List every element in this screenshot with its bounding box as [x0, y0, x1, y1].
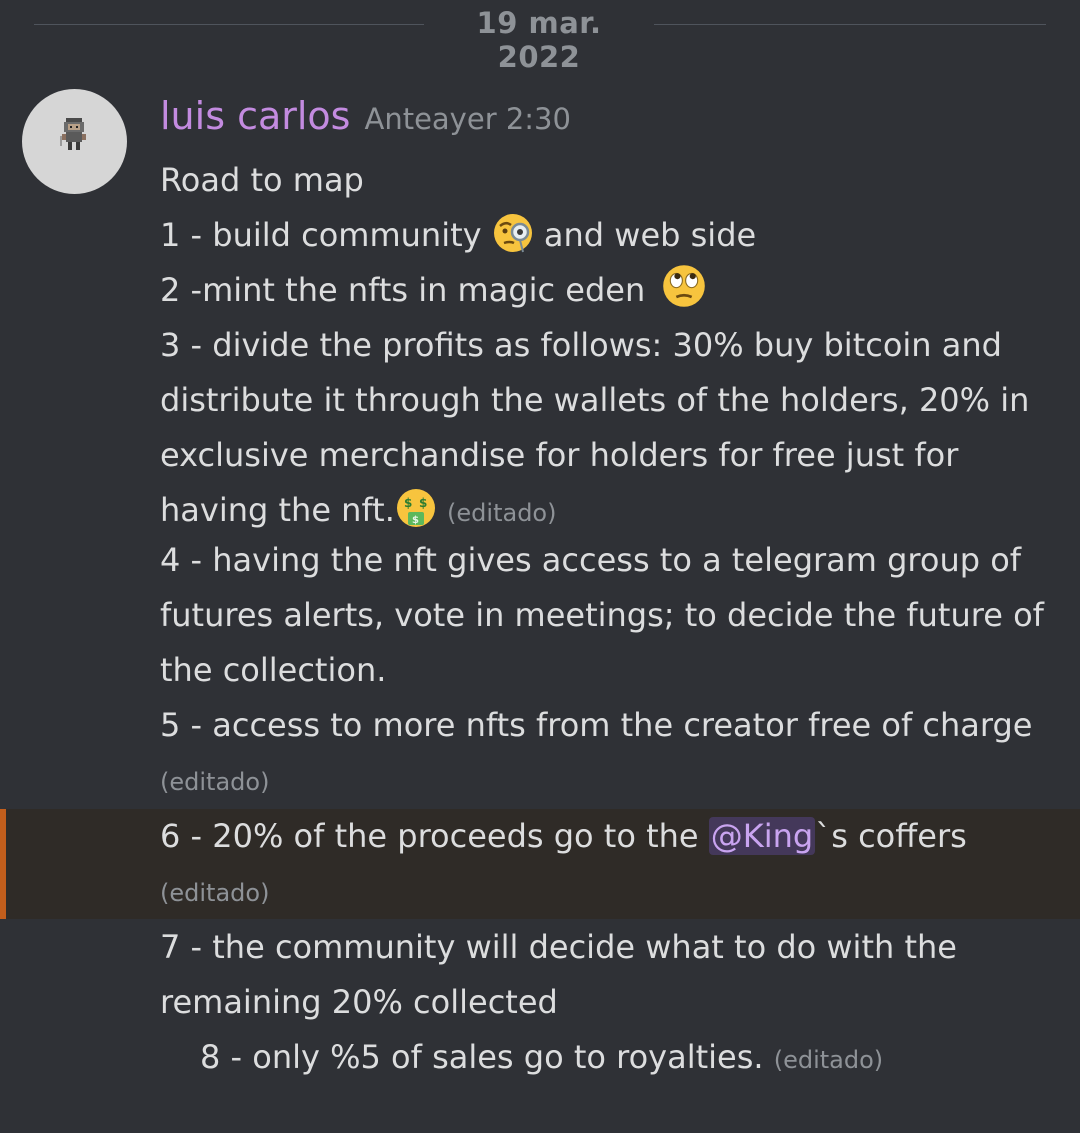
message-line: Road to map — [160, 161, 364, 199]
message-line: 6 - 20% of the proceeds go to the @King`… — [160, 809, 967, 864]
pixel-character-icon — [60, 118, 86, 150]
message-line: 8 - only %5 of sales go to royalties. (e… — [200, 1030, 883, 1088]
divider-line-right — [654, 24, 1046, 25]
message-text: and web side — [543, 216, 757, 254]
message-line: 3 - divide the profits as follows: 30% b… — [160, 326, 1002, 364]
message-line: exclusive merchandise for holders for fr… — [160, 436, 959, 474]
face-with-monocle-icon — [492, 212, 534, 254]
svg-text:$: $ — [404, 496, 412, 510]
svg-text:$: $ — [419, 496, 427, 510]
svg-text:$: $ — [412, 515, 419, 526]
message-text: 1 - build community — [160, 216, 482, 254]
message-text: having the nft. — [160, 491, 395, 529]
edited-label: (editado) — [160, 768, 270, 796]
message-line: 4 - having the nft gives access to a tel… — [160, 541, 1022, 579]
edited-label: (editado) — [773, 1046, 884, 1074]
username[interactable]: luis carlos — [160, 94, 350, 138]
message-text: 6 - 20% of the proceeds go to the — [160, 817, 709, 855]
divider-line-left — [34, 24, 424, 25]
rolling-eyes-icon — [661, 263, 706, 307]
message-line: futures alerts, vote in meetings; to dec… — [160, 596, 1044, 634]
message-line: 2 -mint the nfts in magic eden — [160, 263, 706, 318]
message-line: 7 - the community will decide what to do… — [160, 928, 957, 966]
message-header: luis carlos Anteayer 2:30 — [160, 94, 571, 144]
money-mouth-icon: $ $ $ — [395, 487, 437, 529]
avatar[interactable] — [22, 89, 127, 194]
message-line: the collection. — [160, 651, 387, 689]
message-line: 5 - access to more nfts from the creator… — [160, 706, 1033, 744]
message-line: remaining 20% collected — [160, 983, 558, 1021]
user-mention[interactable]: @King — [708, 817, 816, 855]
edited-label: (editado) — [447, 499, 557, 527]
timestamp: Anteayer 2:30 — [364, 102, 571, 136]
message-line: distribute it through the wallets of the… — [160, 381, 1030, 419]
edited-label: (editado) — [160, 879, 270, 907]
message-text: 8 - only %5 of sales go to royalties. — [200, 1038, 764, 1076]
message-text: `s coffers — [815, 817, 967, 855]
date-divider: 19 mar. 2022 — [34, 0, 1046, 74]
mention-highlight-bar — [0, 809, 6, 919]
message-line: 1 - build community and web side — [160, 208, 756, 263]
date-label: 19 mar. 2022 — [476, 6, 602, 74]
message-text: 2 -mint the nfts in magic eden — [160, 271, 646, 309]
